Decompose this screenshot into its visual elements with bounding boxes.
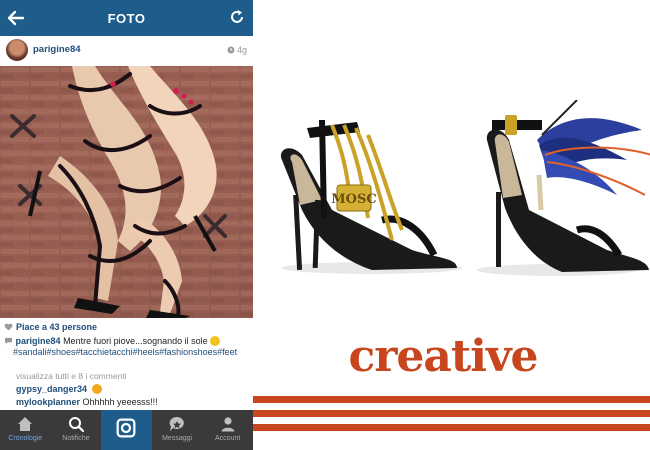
header-bar: FOTO — [0, 0, 253, 36]
creative-headline: creative — [348, 331, 538, 382]
tab-account[interactable]: Account — [202, 410, 253, 450]
tab-label: Account — [215, 435, 241, 442]
avatar[interactable] — [6, 38, 28, 61]
back-arrow-icon[interactable] — [6, 8, 26, 28]
camera-icon — [117, 418, 136, 438]
comment-item: mylookplanner Ohhhhh yeeesss!!! — [16, 397, 158, 407]
comment-text: Ohhhhh yeeesss!!! — [82, 397, 158, 407]
post-username[interactable]: parigine84 — [33, 44, 81, 55]
post-photo[interactable] — [0, 66, 253, 318]
comment-bubble-icon — [4, 337, 13, 345]
tab-notifiche[interactable]: Notifiche — [51, 410, 102, 450]
tab-label: Notifiche — [62, 435, 90, 442]
tab-label: Messaggi — [162, 435, 193, 442]
caption-username[interactable]: parigine84 — [16, 336, 61, 346]
refresh-icon[interactable] — [228, 8, 246, 26]
search-icon — [68, 417, 84, 433]
instagram-phone-screen: FOTO parigine84 4g Piace a 43 persone pa… — [0, 0, 253, 450]
chat-icon — [169, 416, 184, 431]
post-age: 4g — [227, 45, 247, 55]
home-icon — [18, 417, 33, 431]
shoe-brand-plate: MOSC — [331, 192, 376, 207]
designer-sandals-image: MOSC — [280, 100, 650, 276]
heart-icon — [4, 323, 13, 331]
caption-text: Mentre fuori piove...sognando il sole — [63, 336, 208, 346]
bottom-tab-bar: Cronologie Notifiche Messaggi Account — [0, 410, 253, 450]
comment-username[interactable]: gypsy_danger34 — [16, 384, 87, 394]
orange-stripe — [253, 410, 650, 417]
gold-chain-sandal: MOSC — [280, 119, 462, 274]
likes-label: Piace a 43 persone — [16, 322, 98, 332]
likes-count[interactable]: Piace a 43 persone — [4, 322, 97, 332]
comment-username[interactable]: mylookplanner — [16, 397, 80, 407]
orange-stripe — [253, 396, 650, 403]
orange-stripe — [253, 424, 650, 431]
post-caption: parigine84 Mentre fuori piove...sognando… — [4, 336, 250, 358]
post-age-label: 4g — [236, 45, 247, 55]
sun-emoji-icon — [210, 336, 221, 346]
clock-icon — [227, 46, 235, 54]
view-all-comments-link[interactable]: visualizza tutti e 8 i commenti — [16, 371, 127, 381]
tab-cronologie[interactable]: Cronologie — [0, 410, 51, 450]
account-icon — [221, 417, 235, 432]
smiley-emoji-icon — [91, 384, 102, 394]
caption-hashtags[interactable]: #sandali#shoes#tacchietacchi#heels#fashi… — [13, 347, 250, 358]
sandals-on-feet-illustration — [0, 66, 253, 318]
comment-item: gypsy_danger34 — [16, 384, 102, 394]
tab-camera[interactable] — [101, 410, 152, 450]
post-header: parigine84 4g — [0, 36, 253, 63]
tab-messaggi[interactable]: Messaggi — [152, 410, 203, 450]
tab-label: Cronologie — [8, 435, 43, 442]
page-title: FOTO — [107, 10, 146, 26]
feather-sandal — [477, 100, 650, 276]
